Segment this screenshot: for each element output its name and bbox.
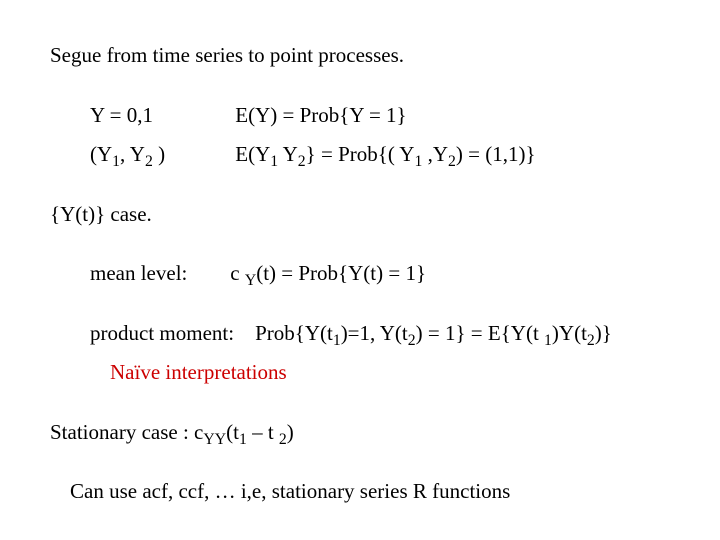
pair-mid: , Y: [120, 142, 145, 166]
title-line: Segue from time series to point processe…: [50, 40, 670, 72]
naive-line: Naïve interpretations: [50, 357, 670, 389]
yt-case: {Y(t)} case.: [50, 202, 152, 226]
mean-level-line: mean level: c Y(t) = Prob{Y(t) = 1}: [50, 258, 670, 290]
yt-case-line: {Y(t)} case.: [50, 199, 670, 231]
naive-text: Naïve interpretations: [110, 360, 287, 384]
pair-close: ): [153, 142, 165, 166]
last-line: Can use acf, ccf, … i,e, stationary seri…: [50, 476, 670, 508]
mean-expr: c Y(t) = Prob{Y(t) = 1}: [230, 261, 426, 285]
mean-label: mean level:: [90, 258, 225, 290]
slide-content: Segue from time series to point processe…: [0, 0, 720, 508]
sub-1a: 1: [112, 153, 120, 170]
last-text: Can use acf, ccf, … i,e, stationary seri…: [70, 479, 510, 503]
pair-open: (Y: [90, 142, 112, 166]
product-moment-line: product moment: Prob{Y(t1)=1, Y(t2) = 1}…: [50, 318, 670, 350]
prodmom-expr: Prob{Y(t1)=1, Y(t2) = 1} = E{Y(t 1)Y(t2)…: [255, 321, 612, 345]
y-binary-line: Y = 0,1 E(Y) = Prob{Y = 1}: [50, 100, 670, 132]
ey-def: E(Y) = Prob{Y = 1}: [235, 103, 406, 127]
epair: E(Y1 Y2} = Prob{( Y1 ,Y2) = (1,1)}: [235, 142, 535, 166]
stationary-expr: Stationary case : cYY(t1 – t 2): [50, 420, 294, 444]
title-text: Segue from time series to point processe…: [50, 43, 404, 67]
stationary-line: Stationary case : cYY(t1 – t 2): [50, 417, 670, 449]
y-pair-line: (Y1, Y2 ) E(Y1 Y2} = Prob{( Y1 ,Y2) = (1…: [50, 139, 670, 171]
prodmom-label: product moment:: [90, 321, 234, 345]
y-def: Y = 0,1: [90, 100, 230, 132]
sub-2a: 2: [145, 153, 153, 170]
